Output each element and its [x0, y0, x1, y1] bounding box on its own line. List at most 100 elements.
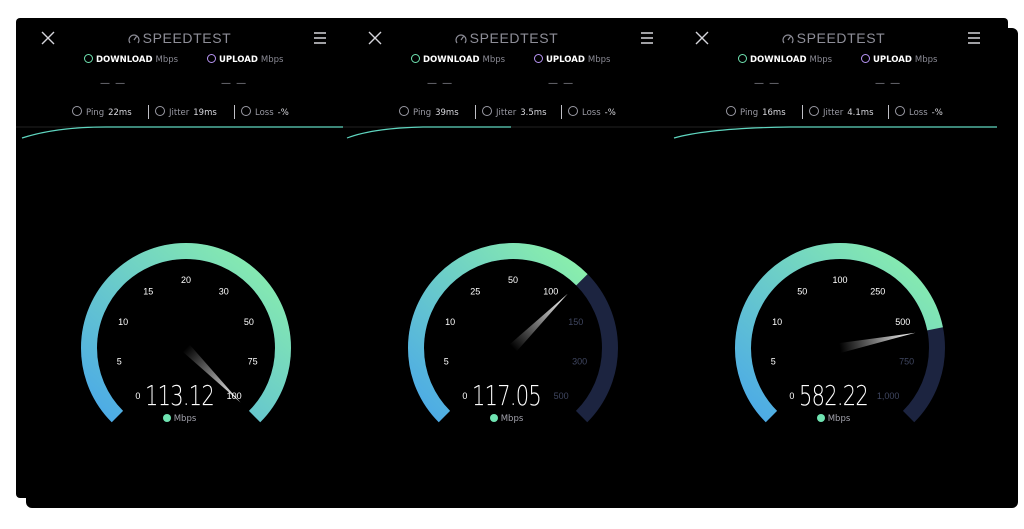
menu-icon[interactable] [968, 31, 980, 45]
ping-label: Ping [740, 108, 759, 118]
gauge-tick-label: 150 [568, 317, 583, 327]
gauge-tick-label: 10 [445, 317, 455, 327]
speed-trace-graph [670, 126, 997, 139]
upload-label: UPLOAD [546, 55, 585, 65]
loss-value: -% [931, 108, 943, 118]
download-label: DOWNLOAD [96, 55, 153, 65]
gauge-tick-label: 5 [117, 356, 122, 366]
upload-metric: UPLOAD Mbps [207, 54, 283, 65]
ping-label: Ping [86, 108, 105, 118]
stat-divider [888, 105, 889, 119]
gauge-tick-label: 100 [832, 275, 847, 285]
menu-icon[interactable] [641, 31, 653, 45]
speed-unit-label: Mbps [173, 414, 197, 424]
jitter-stat: Jitter 3.5ms [482, 106, 547, 118]
jitter-label: Jitter [496, 108, 517, 118]
download-unit: Mbps [155, 55, 179, 65]
speed-trace-graph [16, 126, 343, 139]
download-label: DOWNLOAD [423, 55, 480, 65]
stat-divider [475, 105, 476, 119]
stat-divider [561, 105, 562, 119]
top-bar: SPEEDTEST [16, 18, 343, 58]
loss-label: Loss [582, 108, 601, 118]
speed-unit: Mbps [16, 414, 343, 424]
gauge-tick-label: 50 [508, 275, 518, 285]
speedtest-logo-icon [128, 34, 140, 44]
speedtest-logo-icon [455, 34, 467, 44]
ping-stat: Ping 39ms [399, 106, 459, 118]
speed-value: 582.22 [799, 379, 869, 412]
top-bar: SPEEDTEST [343, 18, 670, 58]
jitter-stat: Jitter 4.1ms [809, 106, 874, 118]
download-value-placeholder: — — [427, 78, 454, 89]
loss-value: -% [277, 108, 289, 118]
speedtest-logo: SPEEDTEST [343, 30, 670, 46]
menu-icon[interactable] [314, 31, 326, 45]
gauge-tick-label: 50 [244, 317, 254, 327]
logo-text: SPEEDTEST [796, 30, 886, 46]
speed-unit-label: Mbps [827, 414, 851, 424]
upload-label: UPLOAD [873, 55, 912, 65]
metrics-header: DOWNLOAD Mbps UPLOAD Mbps [16, 54, 343, 68]
ping-icon [399, 106, 409, 116]
ping-stat: Ping 22ms [72, 106, 132, 118]
stat-divider [234, 105, 235, 119]
loss-value: -% [604, 108, 616, 118]
stat-divider [148, 105, 149, 119]
ping-value: 22ms [108, 108, 132, 118]
upload-unit: Mbps [914, 55, 938, 65]
download-icon [816, 414, 825, 422]
loss-stat: Loss -% [895, 106, 943, 118]
download-label: DOWNLOAD [750, 55, 807, 65]
jitter-label: Jitter [823, 108, 844, 118]
download-unit: Mbps [482, 55, 506, 65]
speed-trace-graph [343, 126, 670, 139]
download-unit: Mbps [809, 55, 833, 65]
loss-stat: Loss -% [568, 106, 616, 118]
gauge-tick-label: 75 [248, 356, 258, 366]
download-icon [411, 54, 420, 63]
loss-icon [895, 106, 905, 116]
download-metric: DOWNLOAD Mbps [738, 54, 832, 65]
ping-value: 16ms [762, 108, 786, 118]
speed-unit: Mbps [343, 414, 670, 424]
top-bar: SPEEDTEST [670, 18, 997, 58]
upload-metric: UPLOAD Mbps [534, 54, 610, 65]
download-metric: DOWNLOAD Mbps [84, 54, 178, 65]
download-metric: DOWNLOAD Mbps [411, 54, 505, 65]
speedtest-panel-3: SPEEDTEST DOWNLOAD Mbps UPLOAD Mbps — — — … [670, 18, 997, 498]
upload-value-placeholder: — — [221, 78, 248, 89]
jitter-value: 3.5ms [520, 108, 547, 118]
loss-icon [241, 106, 251, 116]
upload-label: UPLOAD [219, 55, 258, 65]
loss-icon [568, 106, 578, 116]
metrics-header: DOWNLOAD Mbps UPLOAD Mbps [670, 54, 997, 68]
gauge-needle [839, 332, 916, 353]
upload-value-placeholder: — — [875, 78, 902, 89]
jitter-value: 4.1ms [847, 108, 874, 118]
gauge-tick-label: 30 [219, 286, 229, 296]
upload-icon [861, 54, 870, 63]
gauge-tick-label: 10 [118, 317, 128, 327]
download-icon [162, 414, 171, 422]
gauge-tick-label: 25 [470, 286, 480, 296]
loss-label: Loss [909, 108, 928, 118]
speedtest-logo: SPEEDTEST [16, 30, 343, 46]
upload-value-placeholder: — — [548, 78, 575, 89]
logo-text: SPEEDTEST [142, 30, 232, 46]
speed-unit: Mbps [670, 414, 997, 424]
download-value-placeholder: — — [100, 78, 127, 89]
gauge-tick-label: 50 [797, 286, 807, 296]
ping-value: 39ms [435, 108, 459, 118]
loss-stat: Loss -% [241, 106, 289, 118]
speedtest-collage: SPEEDTEST DOWNLOAD Mbps UPLOAD Mbps — — — … [16, 18, 1008, 498]
logo-text: SPEEDTEST [469, 30, 559, 46]
jitter-icon [809, 106, 819, 116]
ping-icon [726, 106, 736, 116]
speedtest-logo-icon [782, 34, 794, 44]
ping-label: Ping [413, 108, 432, 118]
speedtest-panel-2: SPEEDTEST DOWNLOAD Mbps UPLOAD Mbps — — — … [343, 18, 670, 498]
download-icon [738, 54, 747, 63]
gauge-tick-label: 300 [572, 356, 587, 366]
gauge-tick-label: 250 [870, 286, 885, 296]
